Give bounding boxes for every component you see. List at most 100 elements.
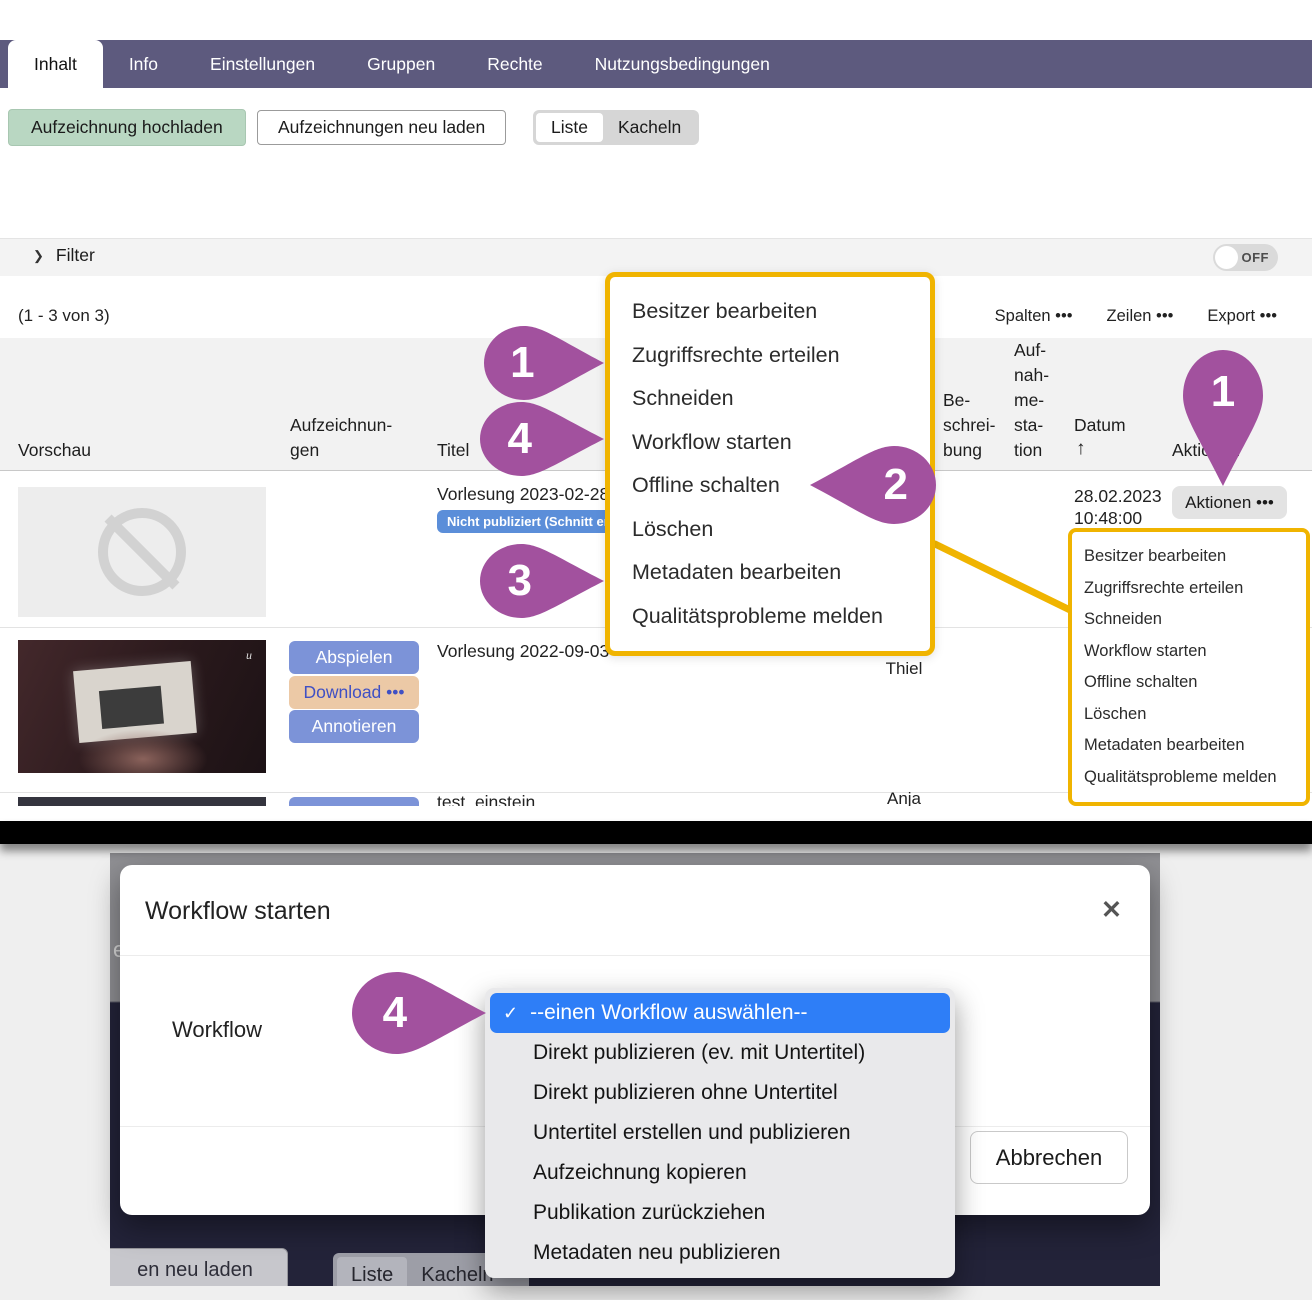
menu-item-besitzer-bearbeiten[interactable]: Besitzer bearbeiten	[632, 299, 908, 324]
row-2-annotate-button[interactable]: Annotieren	[289, 710, 419, 743]
view-tiles-option[interactable]: Kacheln	[603, 113, 696, 142]
menu-item-schneiden[interactable]: Schneiden	[632, 386, 908, 411]
col-header-line: schrei-	[943, 413, 996, 438]
annotation-marker-1-actions: 1	[1183, 350, 1263, 486]
export-menu[interactable]: Export •••	[1207, 307, 1277, 326]
col-header-datum: Datum	[1074, 413, 1126, 438]
result-count: (1 - 3 von 3)	[18, 306, 110, 326]
university-logo: u	[246, 648, 252, 663]
columns-menu[interactable]: Spalten •••	[995, 307, 1073, 326]
row-1-date-line2: 10:48:00	[1074, 508, 1142, 529]
workflow-select-dropdown: ✓ --einen Workflow auswählen-- Direkt pu…	[485, 988, 955, 1278]
annotation-marker-3: 3	[480, 544, 604, 618]
col-header-line: gen	[290, 438, 392, 463]
filter-bar	[0, 238, 1312, 276]
view-list-option[interactable]: Liste	[536, 113, 603, 142]
menu-item-qualitaetsprobleme-melden[interactable]: Qualitätsprobleme melden	[632, 604, 908, 629]
row-2-owner-line2: Thiel	[874, 659, 934, 679]
table-row-2-thumbnail[interactable]: u	[18, 640, 266, 773]
tab-rechte[interactable]: Rechte	[461, 40, 568, 88]
menu-item-zugriffsrechte-erteilen[interactable]: Zugriffsrechte erteilen	[632, 343, 908, 368]
actions-dropdown-menu: Besitzer bearbeiten Zugriffsrechte ertei…	[1068, 528, 1310, 806]
menu-item-metadaten-bearbeiten[interactable]: Metadaten bearbeiten	[632, 560, 908, 585]
tab-nutzungsbedingungen[interactable]: Nutzungsbedingungen	[569, 40, 796, 88]
annotation-marker-2: 2	[810, 446, 936, 524]
tab-gruppen[interactable]: Gruppen	[341, 40, 461, 88]
row-1-status-badge: Nicht publiziert (Schnitt erfo	[437, 510, 631, 533]
row-3-owner: Anja	[874, 789, 934, 806]
col-header-aufnahmestation: Auf- nah- me- sta- tion	[1014, 338, 1049, 463]
upload-recording-button[interactable]: Aufzeichnung hochladen	[8, 109, 246, 146]
table-row-3-thumbnail[interactable]	[18, 797, 266, 806]
col-header-line: nah-	[1014, 363, 1049, 388]
chevron-right-icon: ❯	[33, 248, 44, 264]
tab-einstellungen[interactable]: Einstellungen	[184, 40, 341, 88]
menu-item-workflow-starten[interactable]: Workflow starten	[1084, 642, 1294, 661]
modal-header-divider	[120, 955, 1150, 956]
dropdown-option[interactable]: Untertitel erstellen und publizieren	[490, 1113, 950, 1153]
close-icon[interactable]: ✕	[1101, 895, 1122, 925]
screen: Inhalt Info Einstellungen Gruppen Rechte…	[0, 0, 1312, 1300]
menu-item-zugriffsrechte-erteilen[interactable]: Zugriffsrechte erteilen	[1084, 579, 1294, 598]
rows-menu[interactable]: Zeilen •••	[1107, 307, 1174, 326]
row-3-play-button[interactable]	[289, 797, 419, 806]
reload-recordings-button[interactable]: Aufzeichnungen neu laden	[257, 110, 506, 145]
toggle-knob-icon	[1215, 246, 1238, 269]
col-header-line: Auf-	[1014, 338, 1049, 363]
menu-item-offline-schalten[interactable]: Offline schalten	[1084, 673, 1294, 692]
filter-toggle[interactable]: OFF	[1213, 244, 1278, 271]
menu-item-besitzer-bearbeiten[interactable]: Besitzer bearbeiten	[1084, 547, 1294, 566]
col-header-line: sta-	[1014, 413, 1049, 438]
col-header-titel: Titel	[437, 438, 469, 463]
dropdown-option[interactable]: Metadaten neu publizieren	[490, 1233, 950, 1273]
row-2-play-button[interactable]: Abspielen	[289, 641, 419, 674]
table-row-1-thumbnail[interactable]	[18, 487, 266, 617]
tab-inhalt[interactable]: Inhalt	[8, 40, 103, 88]
sort-asc-icon[interactable]: ↑	[1076, 438, 1086, 460]
row-3-title[interactable]: test_einstein	[437, 792, 535, 806]
dropdown-option[interactable]: Aufzeichnung kopieren	[490, 1153, 950, 1193]
col-header-beschreibung: Be- schrei- bung	[943, 388, 996, 463]
workflow-dialog-screenshot: e en neu laden Liste Kacheln Workflow st…	[0, 844, 1312, 1300]
col-header-line: Aufzeichnun-	[290, 413, 392, 438]
col-header-line: Be-	[943, 388, 996, 413]
row-1-date-line1: 28.02.2023	[1074, 486, 1162, 507]
menu-item-schneiden[interactable]: Schneiden	[1084, 610, 1294, 629]
view-switcher: Liste Kacheln	[533, 110, 699, 145]
row-2-title[interactable]: Vorlesung 2022-09-03	[437, 641, 609, 662]
dropdown-option[interactable]: Publikation zurückziehen	[490, 1193, 950, 1233]
check-icon: ✓	[503, 1003, 518, 1024]
row-1-title[interactable]: Vorlesung 2023-02-28	[437, 484, 609, 505]
annotation-marker-4: 4	[480, 402, 604, 476]
row-2-download-button[interactable]: Download •••	[289, 676, 419, 709]
col-header-line: tion	[1014, 438, 1049, 463]
modal-title: Workflow starten	[145, 897, 331, 926]
col-header-aufzeichnungen: Aufzeichnun- gen	[290, 413, 392, 463]
menu-item-metadaten-bearbeiten[interactable]: Metadaten bearbeiten	[1084, 736, 1294, 755]
menu-item-qualitaetsprobleme-melden[interactable]: Qualitätsprobleme melden	[1084, 768, 1294, 787]
no-preview-icon	[98, 508, 186, 596]
annotation-marker-1: 1	[484, 326, 604, 400]
tab-bar: Inhalt Info Einstellungen Gruppen Rechte…	[0, 40, 1312, 88]
section-divider	[0, 821, 1312, 844]
col-header-vorschau: Vorschau	[18, 438, 91, 463]
menu-item-loeschen[interactable]: Löschen	[1084, 705, 1294, 724]
menu-connector-line	[928, 538, 1076, 616]
row-1-actions-button[interactable]: Aktionen •••	[1172, 486, 1287, 519]
dropdown-option[interactable]: Direkt publizieren (ev. mit Untertitel)	[490, 1033, 950, 1073]
annotation-marker-4-modal: 4	[352, 972, 486, 1054]
filter-label: Filter	[56, 245, 95, 266]
col-header-line: me-	[1014, 388, 1049, 413]
filter-expander[interactable]: ❯ Filter	[33, 245, 95, 266]
content-page: Inhalt Info Einstellungen Gruppen Rechte…	[0, 0, 1312, 806]
dropdown-option[interactable]: Direkt publizieren ohne Untertitel	[490, 1073, 950, 1113]
workflow-field-label: Workflow	[172, 1017, 262, 1043]
tab-info[interactable]: Info	[103, 40, 184, 88]
cancel-button[interactable]: Abbrechen	[970, 1131, 1128, 1184]
hand-image	[78, 729, 208, 773]
dimmed-reload-button: en neu laden	[110, 1248, 288, 1286]
dimmed-view-list: Liste	[337, 1257, 407, 1286]
toggle-state-label: OFF	[1242, 250, 1270, 265]
dropdown-option-selected[interactable]: ✓ --einen Workflow auswählen--	[490, 993, 950, 1033]
table-tools: Spalten ••• Zeilen ••• Export •••	[995, 307, 1277, 326]
